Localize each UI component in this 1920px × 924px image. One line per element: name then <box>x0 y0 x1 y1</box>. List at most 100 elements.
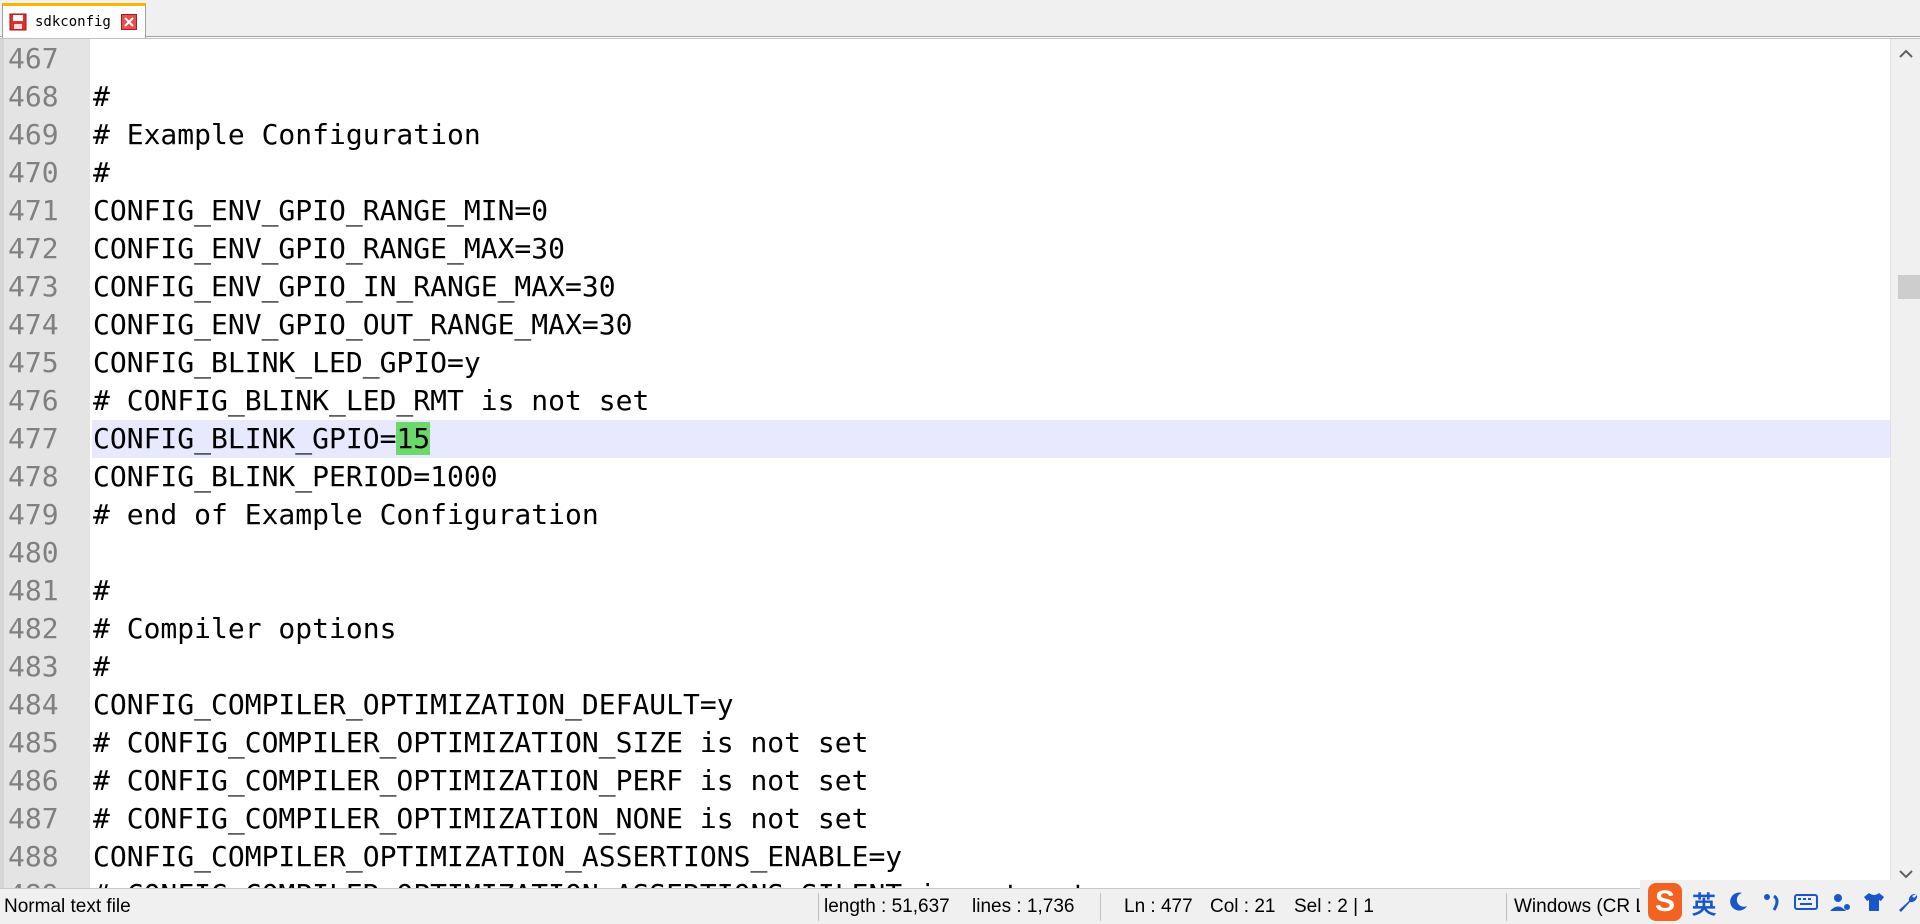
line-text: # <box>93 154 110 192</box>
line-number: 481 <box>8 574 59 607</box>
line-text-content: # CONFIG_COMPILER_OPTIMIZATION_PERF is n… <box>93 764 869 797</box>
line-number: 488 <box>8 840 59 873</box>
code-line[interactable]: 469 # Example Configuration <box>0 116 1890 154</box>
search-match-highlight: 15 <box>396 422 431 455</box>
wrench-icon[interactable] <box>1896 890 1920 914</box>
line-number: 480 <box>8 536 59 569</box>
code-line[interactable]: 473 CONFIG_ENV_GPIO_IN_RANGE_MAX=30 <box>0 268 1890 306</box>
line-text-content: # end of Example Configuration <box>93 498 599 531</box>
line-text-content: CONFIG_ENV_GPIO_IN_RANGE_MAX=30 <box>93 270 616 303</box>
code-line[interactable]: 476 # CONFIG_BLINK_LED_RMT is not set <box>0 382 1890 420</box>
moon-icon[interactable] <box>1726 890 1750 914</box>
line-text: CONFIG_ENV_GPIO_RANGE_MIN=0 <box>93 192 548 230</box>
line-text-content: CONFIG_BLINK_LED_GPIO=y <box>93 346 481 379</box>
user-icon[interactable] <box>1828 890 1852 914</box>
status-sel: Sel : 2 | 1 <box>1294 896 1374 917</box>
code-line[interactable]: 474 CONFIG_ENV_GPIO_OUT_RANGE_MAX=30 <box>0 306 1890 344</box>
line-number: 482 <box>8 612 59 645</box>
line-number: 474 <box>8 308 59 341</box>
text-editor[interactable]: 467 468 #469 # Example Configuration 470 #471… <box>0 38 1920 888</box>
line-text: CONFIG_BLINK_GPIO=15 <box>93 420 431 458</box>
code-line[interactable]: 487 # CONFIG_COMPILER_OPTIMIZATION_NONE i… <box>0 800 1890 838</box>
code-line[interactable]: 489 # CONFIG_COMPILER_OPTIMIZATION_ASSERT… <box>0 876 1890 888</box>
code-line[interactable]: 472 CONFIG_ENV_GPIO_RANGE_MAX=30 <box>0 230 1890 268</box>
line-text-content: # CONFIG_BLINK_LED_RMT is not set <box>93 384 650 417</box>
line-text: CONFIG_COMPILER_OPTIMIZATION_DEFAULT=y <box>93 686 734 724</box>
code-line[interactable]: 479 # end of Example Configuration <box>0 496 1890 534</box>
line-text: # end of Example Configuration <box>93 496 599 534</box>
line-number: 471 <box>8 194 59 227</box>
editor-lines[interactable]: 467 468 #469 # Example Configuration 470 #471… <box>0 39 1890 888</box>
code-line[interactable]: 482 # Compiler options <box>0 610 1890 648</box>
tab-label: sdkconfig <box>35 14 111 30</box>
line-text-content: # <box>93 156 110 189</box>
line-number: 479 <box>8 498 59 531</box>
code-line[interactable]: 485 # CONFIG_COMPILER_OPTIMIZATION_SIZE i… <box>0 724 1890 762</box>
status-bar: Normal text file length : 51,637 lines :… <box>0 888 1920 924</box>
code-line[interactable]: 470 # <box>0 154 1890 192</box>
line-number: 468 <box>8 80 59 113</box>
code-line[interactable]: 480 <box>0 534 1890 572</box>
shirt-icon[interactable] <box>1862 890 1886 914</box>
line-text: CONFIG_BLINK_PERIOD=1000 <box>93 458 498 496</box>
line-text-content: CONFIG_BLINK_PERIOD=1000 <box>93 460 498 493</box>
line-text: CONFIG_BLINK_LED_GPIO=y <box>93 344 481 382</box>
line-text: # CONFIG_COMPILER_OPTIMIZATION_PERF is n… <box>93 762 868 800</box>
line-text-content: # CONFIG_COMPILER_OPTIMIZATION_NONE is n… <box>93 802 869 835</box>
line-text-content: CONFIG_ENV_GPIO_RANGE_MAX=30 <box>93 232 566 265</box>
line-number: 484 <box>8 688 59 721</box>
code-line[interactable]: 486 # CONFIG_COMPILER_OPTIMIZATION_PERF i… <box>0 762 1890 800</box>
status-separator <box>1100 893 1101 921</box>
line-text: CONFIG_ENV_GPIO_OUT_RANGE_MAX=30 <box>93 306 632 344</box>
line-text-content: # <box>93 80 110 113</box>
line-text: # CONFIG_BLINK_LED_RMT is not set <box>93 382 649 420</box>
status-col: Col : 21 <box>1210 896 1276 917</box>
status-length: length : 51,637 <box>824 896 950 917</box>
status-ln: Ln : 477 <box>1124 896 1193 917</box>
line-number: 475 <box>8 346 59 379</box>
vertical-scrollbar[interactable] <box>1890 39 1920 888</box>
code-line[interactable]: 471 CONFIG_ENV_GPIO_RANGE_MIN=0 <box>0 192 1890 230</box>
line-number: 478 <box>8 460 59 493</box>
line-text-content: CONFIG_ENV_GPIO_RANGE_MIN=0 <box>93 194 549 227</box>
punctuation-icon[interactable] <box>1760 890 1784 914</box>
code-line[interactable]: 467 <box>0 40 1890 78</box>
keyboard-icon[interactable] <box>1794 890 1818 914</box>
line-background <box>92 40 1890 78</box>
tab-sdkconfig[interactable]: sdkconfig <box>2 3 146 38</box>
line-background <box>92 648 1890 686</box>
line-text-content: CONFIG_COMPILER_OPTIMIZATION_ASSERTIONS_… <box>93 840 903 873</box>
code-line[interactable]: 483 # <box>0 648 1890 686</box>
line-number: 483 <box>8 650 59 683</box>
line-number: 472 <box>8 232 59 265</box>
code-line[interactable]: 484 CONFIG_COMPILER_OPTIMIZATION_DEFAULT=… <box>0 686 1890 724</box>
line-background <box>92 154 1890 192</box>
line-number: 470 <box>8 156 59 189</box>
code-line[interactable]: 488 CONFIG_COMPILER_OPTIMIZATION_ASSERTIO… <box>0 838 1890 876</box>
code-line[interactable]: 468 # <box>0 78 1890 116</box>
close-icon[interactable] <box>120 14 137 30</box>
line-number: 487 <box>8 802 59 835</box>
line-text: CONFIG_ENV_GPIO_IN_RANGE_MAX=30 <box>93 268 616 306</box>
scroll-up-arrow-icon[interactable] <box>1891 39 1920 69</box>
scrollbar-thumb[interactable] <box>1898 275 1920 299</box>
line-background <box>92 534 1890 572</box>
status-separator <box>1506 893 1507 921</box>
line-background <box>92 572 1890 610</box>
line-number: 476 <box>8 384 59 417</box>
status-file-type: Normal text file <box>4 896 131 917</box>
code-line[interactable]: 478 CONFIG_BLINK_PERIOD=1000 <box>0 458 1890 496</box>
tab-bar: sdkconfig <box>0 0 1920 38</box>
code-line[interactable]: 475 CONFIG_BLINK_LED_GPIO=y <box>0 344 1890 382</box>
line-text-content: # <box>93 574 110 607</box>
code-line[interactable]: 477 CONFIG_BLINK_GPIO=15 <box>0 420 1890 458</box>
line-number: 477 <box>8 422 59 455</box>
line-text-content: CONFIG_COMPILER_OPTIMIZATION_DEFAULT=y <box>93 688 734 721</box>
ime-language-toggle[interactable]: 英 <box>1692 885 1716 920</box>
ime-toolbar[interactable]: S 英 <box>1640 880 1920 924</box>
line-text-content: # Example Configuration <box>93 118 481 151</box>
ime-logo[interactable]: S <box>1648 883 1682 921</box>
code-line[interactable]: 481 # <box>0 572 1890 610</box>
line-text-content: # CONFIG_COMPILER_OPTIMIZATION_ASSERTION… <box>93 878 1088 888</box>
status-lines: lines : 1,736 <box>972 896 1075 917</box>
